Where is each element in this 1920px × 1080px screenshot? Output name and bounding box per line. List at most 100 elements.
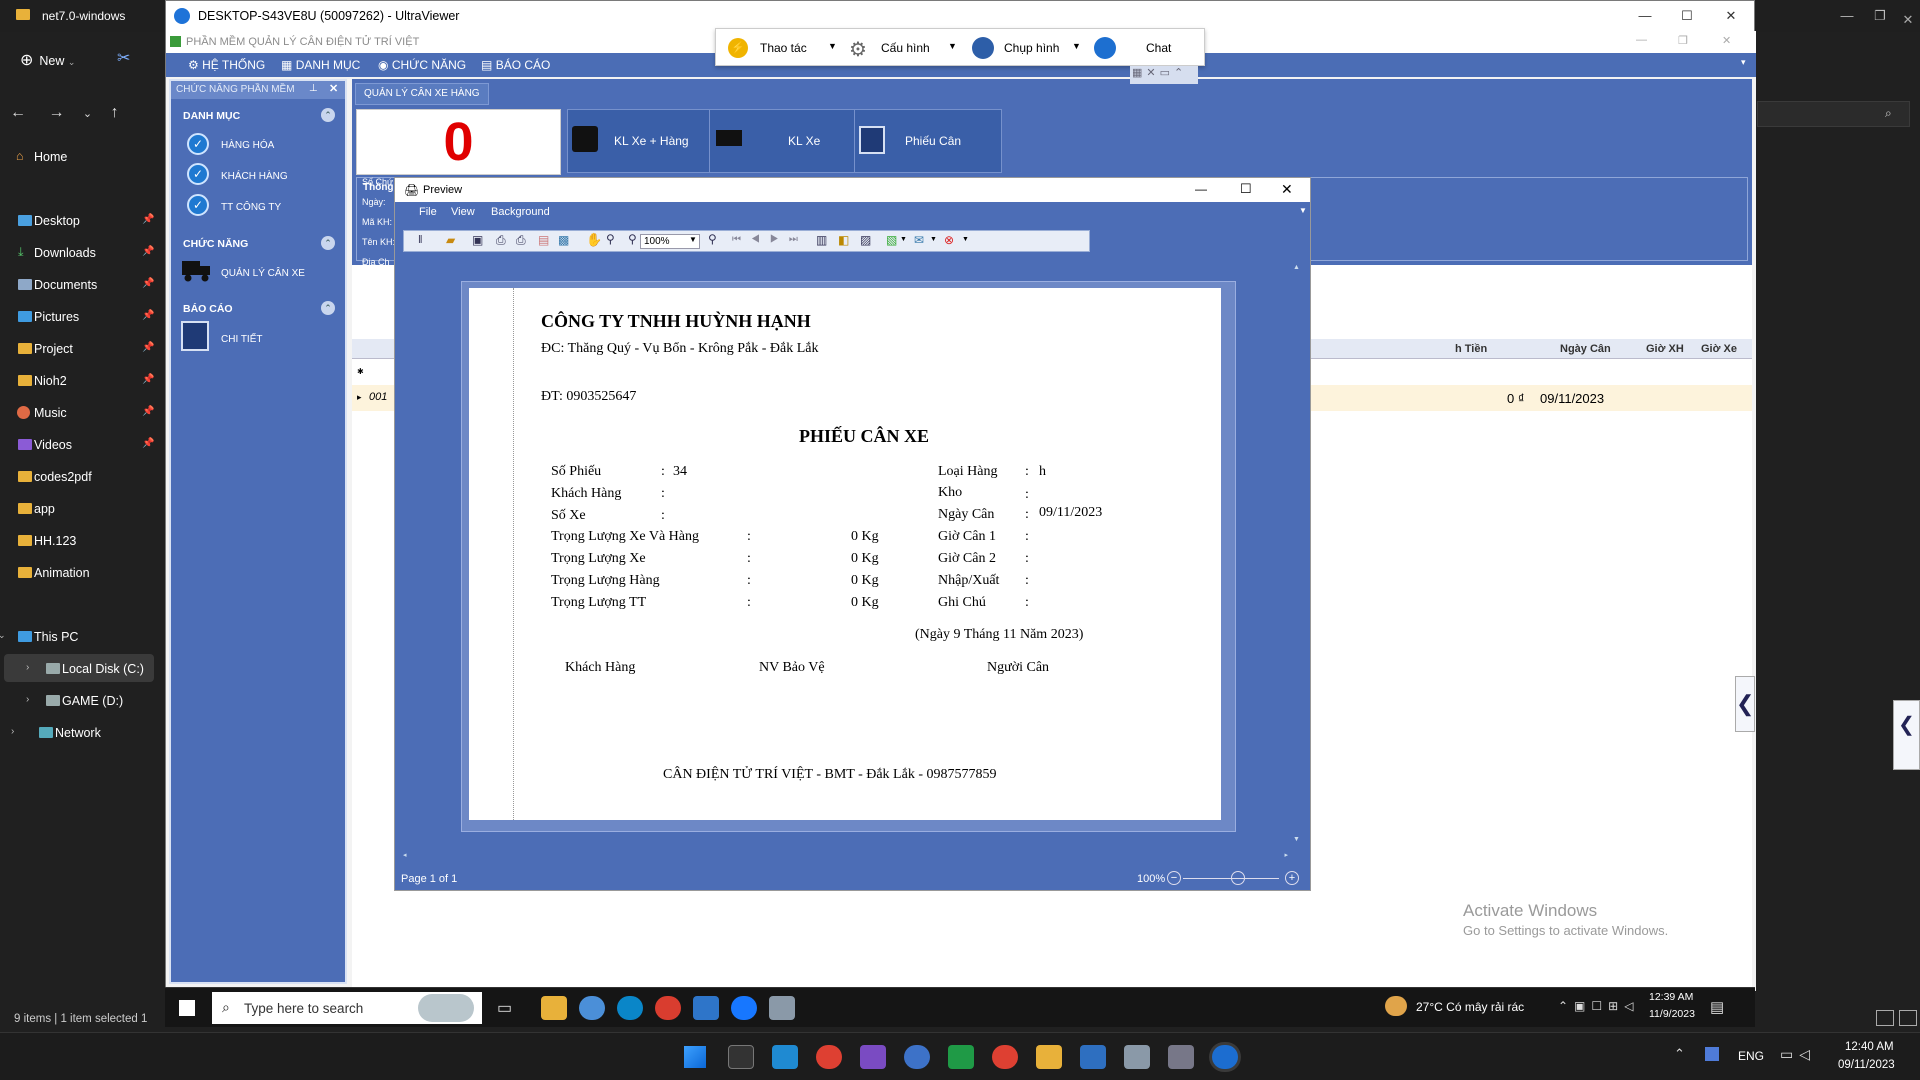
ultraviewer-icon[interactable]	[579, 996, 605, 1020]
app-close-icon[interactable]: ✕	[1722, 34, 1731, 47]
magnifier-icon[interactable]: ⚲	[606, 232, 615, 246]
menu-chevron-icon[interactable]: ▾	[1741, 57, 1746, 68]
toolbar-mini-controls[interactable]: ▦✕▭⌃	[1130, 66, 1198, 84]
email-icon[interactable]: ✉	[914, 233, 924, 247]
sidebar-item-this-pc[interactable]: ⌄ This PC	[0, 630, 78, 644]
terminal-icon[interactable]	[728, 1045, 754, 1069]
close-icon[interactable]: ✕	[1720, 7, 1742, 25]
chevron-down-icon[interactable]: ▼	[689, 235, 697, 244]
sidebar-item-pictures[interactable]: Pictures 📌	[18, 310, 154, 324]
chevron-down-icon[interactable]: ▼	[930, 236, 937, 243]
keyboard-layout-icon[interactable]	[1705, 1047, 1719, 1061]
device-icon[interactable]	[1168, 1045, 1194, 1069]
printer-icon[interactable]	[1124, 1045, 1150, 1069]
sidebar-item-app[interactable]: app	[18, 502, 55, 516]
app-minimize-icon[interactable]: —	[1636, 34, 1647, 46]
sidebar-item-music[interactable]: Music 📌	[17, 406, 154, 420]
chevron-down-icon[interactable]: ▼	[948, 41, 957, 51]
chup-hinh-button[interactable]: Chụp hình	[1004, 41, 1059, 55]
page-nav-icons[interactable]: ⏮◀▶⏭	[732, 234, 808, 245]
vscode-icon[interactable]	[772, 1045, 798, 1069]
menu-danh-muc[interactable]: ▦ DANH MỤC	[281, 58, 360, 72]
chevron-up-icon[interactable]: ⌃	[1674, 1046, 1685, 1062]
notification-icon[interactable]: ▤	[1710, 998, 1724, 1016]
quick-print-icon[interactable]: ⎙	[516, 233, 526, 248]
minimize-icon[interactable]: —	[1195, 182, 1207, 196]
close-icon[interactable]: ✕	[1898, 10, 1918, 30]
remote-desktop-icon[interactable]	[1080, 1045, 1106, 1069]
scroll-down-icon[interactable]: ▼	[1293, 836, 1300, 843]
up-icon[interactable]: ↑	[111, 104, 119, 121]
chevron-down-icon[interactable]: ▼	[1299, 206, 1307, 215]
sidebar-item-animation[interactable]: Animation	[18, 566, 90, 580]
sidebar-item-home[interactable]: ⌂ Home	[16, 149, 67, 164]
windows-start-icon[interactable]	[684, 1046, 706, 1068]
menu-bao-cao[interactable]: ▤ BÁO CÁO	[481, 58, 550, 72]
scroll-up-icon[interactable]: ▲	[1293, 264, 1301, 272]
zoom-in-icon[interactable]: +	[1285, 871, 1299, 885]
tab-quan-ly-can-xe-hang[interactable]: QUẢN LÝ CÂN XE HÀNG	[355, 83, 489, 105]
host-clock-time[interactable]: 12:40 AM	[1845, 1041, 1894, 1053]
search-doc-icon[interactable]: ‖	[418, 234, 423, 246]
zoom-out-icon[interactable]: −	[1167, 871, 1181, 885]
zalo-icon[interactable]	[731, 996, 757, 1020]
app-restore-icon[interactable]: ❐	[1678, 34, 1688, 47]
hand-tool-icon[interactable]: ✋	[586, 232, 602, 248]
print-icon[interactable]: ⎙	[496, 233, 506, 248]
cau-hinh-button[interactable]: Cấu hình	[881, 41, 930, 55]
menu-he-thong[interactable]: ⚙ HỆ THỐNG	[188, 58, 265, 72]
sidebar-item-videos[interactable]: Videos 📌	[18, 438, 154, 452]
restore-icon[interactable]: ❐	[1870, 6, 1890, 26]
app-icon[interactable]	[693, 996, 719, 1020]
chat-button[interactable]: Chat	[1146, 41, 1171, 55]
menu-background[interactable]: Background	[491, 206, 550, 218]
chrome-icon[interactable]	[816, 1045, 842, 1069]
multi-page-icon[interactable]: ▥	[816, 233, 827, 247]
new-button[interactable]: ⊕ New ⌄	[20, 50, 75, 70]
sidebar-item-nioh2[interactable]: Nioh2 📌	[18, 374, 154, 388]
open-icon[interactable]: ▰	[446, 233, 455, 247]
task-view-icon[interactable]: ▭	[497, 998, 512, 1018]
file-explorer-icon[interactable]	[1036, 1045, 1062, 1069]
zoom-out-icon[interactable]: ⚲	[628, 232, 637, 246]
chevron-down-icon[interactable]: ▼	[962, 236, 969, 243]
language-indicator[interactable]: ENG	[1738, 1049, 1764, 1063]
printer-app-icon[interactable]	[769, 996, 795, 1020]
weather-text[interactable]: 27°C Có mây rải rác	[1416, 1000, 1524, 1014]
collapse-icon[interactable]: ⌃	[321, 236, 335, 250]
watermark-icon[interactable]: ▨	[860, 233, 871, 247]
collapse-icon[interactable]: ⌃	[321, 301, 335, 315]
kl-xe-button[interactable]: KL Xe	[709, 109, 857, 173]
excel-icon[interactable]	[948, 1045, 974, 1069]
sidebar-item-hh123[interactable]: HH.123	[18, 534, 76, 548]
host-side-toggle[interactable]: ❮	[1893, 700, 1920, 770]
save-icon[interactable]: ▣	[472, 233, 483, 247]
app-launcher-icon[interactable]	[904, 1045, 930, 1069]
remote-clock-date[interactable]: 11/9/2023	[1649, 1008, 1695, 1020]
kl-xe-hang-button[interactable]: KL Xe + Hàng	[567, 109, 715, 173]
forward-icon[interactable]: →	[48, 104, 64, 121]
nav-section-chuc-nang[interactable]: CHỨC NĂNG	[183, 238, 248, 250]
explorer-search-box[interactable]: ⌕	[1757, 101, 1910, 127]
sidebar-item-game-d[interactable]: › GAME (D:)	[26, 694, 123, 708]
page-setup-icon[interactable]: ▤	[538, 233, 549, 247]
chevron-down-icon[interactable]: ▼	[1072, 41, 1081, 51]
horizontal-scrollbar[interactable]: ◂ ▸	[403, 851, 1288, 859]
chevron-down-icon[interactable]: ▼	[828, 41, 837, 51]
nav-section-bao-cao[interactable]: BÁO CÁO	[183, 303, 233, 315]
sidebar-item-documents[interactable]: Documents 📌	[18, 278, 154, 292]
sidebar-item-local-disk[interactable]: › Local Disk (C:)	[26, 662, 144, 676]
sidebar-item-network[interactable]: › Network	[11, 726, 101, 740]
tray-icons[interactable]: ▭◁	[1780, 1046, 1816, 1063]
color-icon[interactable]: ◧	[838, 233, 849, 247]
menu-chuc-nang[interactable]: ◉ CHỨC NĂNG	[378, 58, 466, 72]
sidebar-item-downloads[interactable]: ⤓ Downloads 📌	[18, 245, 154, 260]
maximize-icon[interactable]: ☐	[1240, 181, 1252, 197]
ultraviewer-icon[interactable]	[1212, 1045, 1238, 1069]
close-icon[interactable]: ✕	[1281, 181, 1293, 198]
pin-icon[interactable]: ⊥	[309, 83, 318, 94]
sidebar-item-desktop[interactable]: Desktop 📌	[18, 214, 154, 228]
sidebar-item-codes2pdf[interactable]: codes2pdf	[18, 470, 92, 484]
side-panel-toggle[interactable]: ❮	[1735, 676, 1755, 732]
nav-section-danh-muc[interactable]: DANH MỤC	[183, 110, 240, 122]
